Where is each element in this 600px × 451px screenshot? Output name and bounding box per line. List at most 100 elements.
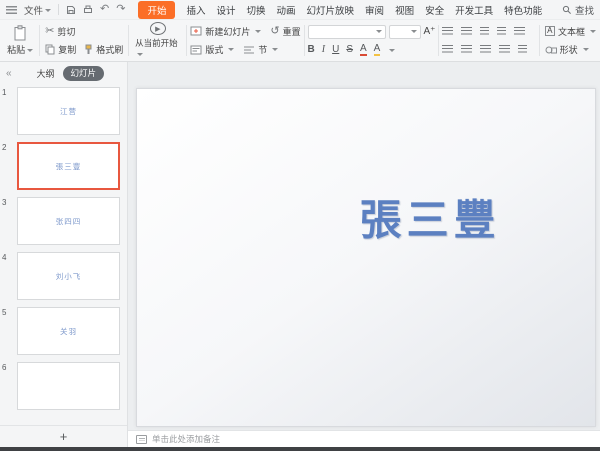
tab-animations[interactable]: 动画 (277, 3, 296, 17)
line-spacing-icon[interactable] (514, 27, 525, 36)
divider (304, 25, 305, 56)
align-right-icon[interactable] (480, 45, 491, 54)
play-icon: ▶ (150, 22, 166, 35)
app-menu-icon[interactable] (6, 6, 17, 14)
paste-button[interactable]: 粘贴 (4, 22, 36, 59)
strikethrough-button[interactable]: S (346, 45, 353, 55)
cut-button[interactable]: ✂ 剪切 (45, 24, 123, 40)
slide-number: 6 (2, 362, 14, 410)
slides-tab[interactable]: 幻灯片 (63, 66, 105, 81)
tab-view[interactable]: 视图 (395, 3, 414, 17)
tab-home[interactable]: 开始 (138, 1, 175, 19)
copy-button[interactable]: 复制 (45, 41, 76, 57)
notes-bar[interactable]: 单击此处添加备注 (128, 430, 600, 447)
current-slide[interactable]: 張三豐 (136, 88, 596, 427)
play-from-current-button[interactable]: ▶ 从当前开始 (132, 22, 183, 59)
shapes-button[interactable]: 形状 (545, 42, 596, 58)
ribbon-tabs: 开始 插入 设计 切换 动画 幻灯片放映 审阅 视图 安全 开发工具 特色功能 (138, 1, 542, 19)
increase-font-icon[interactable]: A⁺ (424, 27, 436, 37)
chevron-down-icon (228, 48, 234, 51)
slide-thumbnail-1[interactable]: 1 江营 (2, 87, 120, 135)
align-left-icon[interactable] (442, 45, 453, 54)
slide-thumbnail-5[interactable]: 5 关羽 (2, 307, 120, 355)
chevron-down-icon (376, 30, 382, 33)
layout-icon (190, 45, 202, 55)
slide-thumbnail-4[interactable]: 4 刘小飞 (2, 252, 120, 300)
chevron-down-icon (590, 30, 596, 33)
add-slide-button[interactable]: + (52, 429, 76, 444)
chevron-down-icon (137, 53, 143, 56)
thumbnail-title: 关羽 (60, 326, 77, 337)
chevron-down-icon (411, 30, 417, 33)
slide-title-text[interactable]: 張三豐 (360, 187, 501, 248)
tab-review[interactable]: 审阅 (365, 3, 384, 17)
brush-icon (84, 44, 93, 55)
font-name-select[interactable] (308, 25, 386, 39)
text-box-button[interactable]: A 文本框 (545, 23, 596, 39)
new-slide-button[interactable]: 新建幻灯片 (190, 23, 261, 39)
section-button[interactable]: 节 (243, 42, 278, 58)
new-slide-icon (190, 26, 202, 36)
decrease-indent-icon[interactable] (480, 27, 489, 36)
italic-button[interactable]: I (322, 45, 325, 55)
font-size-select[interactable] (389, 25, 421, 39)
search-button[interactable]: 查找 (562, 3, 594, 17)
file-menu-label: 文件 (24, 6, 43, 17)
layout-label: 版式 (205, 43, 223, 56)
outline-tab[interactable]: 大纲 (37, 67, 55, 80)
bold-button[interactable]: B (308, 45, 315, 55)
tab-insert[interactable]: 插入 (186, 3, 205, 17)
slide-number: 4 (2, 252, 14, 300)
save-icon[interactable] (66, 5, 76, 15)
divider (58, 4, 59, 15)
print-icon[interactable] (83, 5, 93, 15)
shapes-icon (545, 45, 557, 55)
undo-icon[interactable]: ↶ (100, 4, 109, 15)
layout-button[interactable]: 版式 (190, 42, 234, 58)
scissors-icon: ✂ (45, 26, 54, 37)
bullets-icon[interactable] (442, 27, 453, 36)
slides-panel: « 大纲 幻灯片 1 江营 2 張三豐 3 张四四 4 刘小飞 (0, 62, 128, 447)
divider (186, 25, 187, 56)
divider (39, 25, 40, 56)
collapse-panel-button[interactable]: « (6, 68, 12, 79)
slide-number: 2 (2, 142, 14, 190)
font-color-button[interactable]: A (360, 44, 367, 56)
tab-security[interactable]: 安全 (425, 3, 444, 17)
cut-label: 剪切 (57, 25, 75, 38)
paste-label: 粘贴 (7, 45, 25, 55)
divider (438, 25, 439, 56)
tab-transitions[interactable]: 切换 (247, 3, 266, 17)
highlight-color-button[interactable]: A (374, 44, 381, 56)
tab-features[interactable]: 特色功能 (504, 3, 542, 17)
underline-button[interactable]: U (332, 45, 339, 55)
divider (128, 25, 129, 56)
numbering-icon[interactable] (461, 27, 472, 36)
chevron-down-icon (27, 49, 33, 52)
tab-devtools[interactable]: 开发工具 (455, 3, 493, 17)
chevron-down-icon (255, 30, 261, 33)
chevron-down-icon (45, 9, 51, 12)
slide-number: 5 (2, 307, 14, 355)
format-painter-button[interactable]: 格式刷 (84, 41, 123, 57)
tab-design[interactable]: 设计 (216, 3, 235, 17)
slide-number: 1 (2, 87, 14, 135)
format-painter-label: 格式刷 (96, 43, 123, 56)
slide-thumbnail-2[interactable]: 2 張三豐 (2, 142, 120, 190)
slide-thumbnail-6[interactable]: 6 (2, 362, 120, 410)
slide-thumbnail-3[interactable]: 3 张四四 (2, 197, 120, 245)
reset-label: 重置 (283, 25, 301, 38)
reset-button[interactable]: ↺ 重置 (270, 23, 300, 39)
increase-indent-icon[interactable] (497, 27, 506, 36)
redo-icon[interactable]: ↷ (116, 4, 125, 15)
thumbnail-title: 张四四 (56, 216, 82, 227)
columns-icon[interactable] (518, 45, 527, 54)
section-icon (243, 45, 255, 55)
align-center-icon[interactable] (461, 45, 472, 54)
file-menu[interactable]: 文件 (24, 3, 51, 17)
chevron-down-icon[interactable] (389, 49, 395, 52)
justify-icon[interactable] (499, 45, 510, 54)
menubar: 文件 ↶ ↷ 开始 插入 设计 切换 动画 幻灯片放映 审阅 视图 安全 开发工… (0, 0, 600, 20)
thumbnail-title: 江营 (60, 106, 77, 117)
tab-slideshow[interactable]: 幻灯片放映 (307, 3, 355, 17)
